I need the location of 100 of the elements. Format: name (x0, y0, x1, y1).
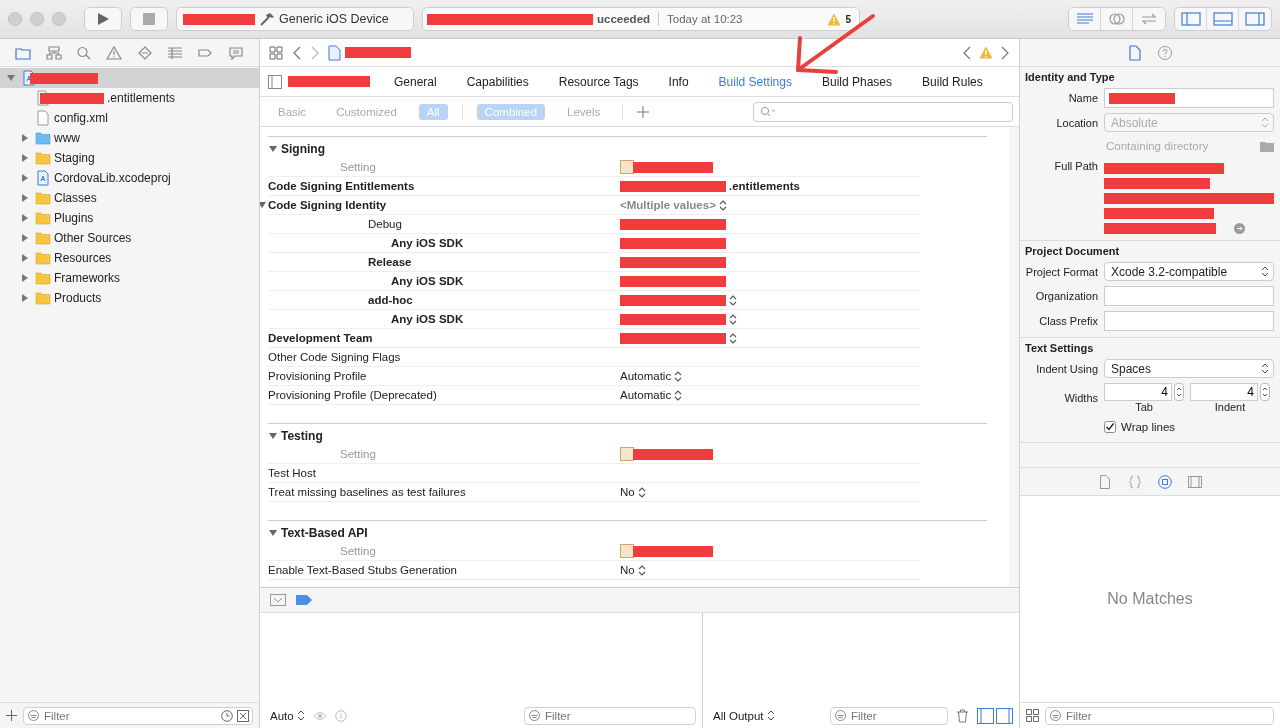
editor-tab[interactable]: Build Phases (822, 74, 893, 89)
object-library-icon[interactable] (1158, 474, 1172, 489)
run-button[interactable] (84, 7, 122, 31)
scm-filter-icon[interactable] (237, 709, 249, 722)
filter-field[interactable]: Filter (830, 706, 948, 725)
filter-field[interactable]: Filter (23, 706, 253, 725)
warning-icon[interactable] (106, 45, 123, 60)
expand-triangle-icon[interactable] (20, 193, 30, 203)
indent-width-field[interactable]: 4 (1190, 383, 1258, 401)
editor-tab[interactable]: Build Settings (718, 74, 792, 89)
popup-arrows-icon[interactable] (729, 294, 737, 306)
navigator-item[interactable]: CordovaLib.xcodeproj (0, 168, 259, 188)
folder-icon[interactable] (15, 45, 32, 60)
filter-field[interactable]: Filter (524, 706, 696, 725)
setting-row[interactable]: Any iOS SDK (268, 234, 920, 253)
collapse-triangle-icon[interactable] (260, 200, 267, 210)
expand-triangle-icon[interactable] (20, 133, 30, 143)
forward-icon[interactable] (310, 45, 320, 60)
navigator-item[interactable]: Staging (0, 148, 259, 168)
console-output-popup[interactable]: All Output (713, 709, 775, 722)
setting-row[interactable]: Test Host (268, 464, 920, 483)
editor-tab[interactable]: Build Rules (922, 74, 983, 89)
expand-triangle-icon[interactable] (20, 173, 30, 183)
project-format-popup[interactable]: Xcode 3.2-compatible (1104, 262, 1274, 281)
breakpoint-icon[interactable] (296, 595, 312, 605)
popup-arrows-icon[interactable] (729, 313, 737, 325)
debug-icon[interactable] (167, 45, 184, 60)
folder-icon[interactable] (1260, 140, 1274, 152)
editor-tab[interactable]: General (394, 74, 437, 89)
navigator-item[interactable] (0, 68, 259, 88)
name-field[interactable] (1104, 88, 1274, 108)
add-icon[interactable] (637, 105, 650, 118)
stepper-icon[interactable] (1260, 383, 1270, 401)
navigator-item[interactable]: Other Sources (0, 228, 259, 248)
popup-arrows-icon[interactable] (674, 389, 683, 401)
organization-field[interactable] (1104, 286, 1274, 306)
expand-triangle-icon[interactable] (20, 293, 30, 303)
setting-row[interactable]: Other Code Signing Flags (268, 348, 920, 367)
expand-triangle-icon[interactable] (20, 153, 30, 163)
popup-arrows-icon[interactable] (674, 370, 683, 382)
file-icon[interactable] (1127, 44, 1143, 61)
setting-row[interactable]: Release (268, 253, 920, 272)
setting-row[interactable]: Any iOS SDK (268, 272, 920, 291)
setting-row[interactable]: Debug (268, 215, 920, 234)
related-items-icon[interactable] (268, 44, 284, 61)
setting-row[interactable]: Code Signing Identity <Multiple values> (268, 196, 920, 215)
report-icon[interactable] (227, 45, 244, 60)
filter-field[interactable]: Filter (1045, 706, 1274, 725)
setting-row[interactable]: add-hoc (268, 291, 920, 310)
editor-tab[interactable]: Info (668, 74, 689, 89)
stepper-icon[interactable] (1174, 383, 1184, 401)
next-issue-icon[interactable] (1001, 45, 1009, 60)
navigator-item[interactable]: Classes (0, 188, 259, 208)
editor-tab[interactable]: Capabilities (466, 74, 529, 89)
popup-arrows-icon[interactable] (637, 564, 646, 576)
eye-icon[interactable] (312, 710, 327, 721)
split-view-icon[interactable] (977, 707, 1013, 724)
search-field[interactable] (753, 101, 1013, 122)
reveal-arrow-icon[interactable] (1234, 223, 1245, 234)
collapse-triangle-icon[interactable] (268, 431, 278, 441)
file-library-icon[interactable] (1098, 474, 1112, 489)
search-icon[interactable] (75, 45, 92, 60)
class-prefix-field[interactable] (1104, 311, 1274, 331)
expand-triangle-icon[interactable] (20, 273, 30, 283)
navigator-item[interactable]: config.xml (0, 108, 259, 128)
navigator-item[interactable]: Plugins (0, 208, 259, 228)
setting-row[interactable]: Any iOS SDK (268, 310, 920, 329)
expand-triangle-icon[interactable] (20, 213, 30, 223)
navigator-item[interactable]: Resources (0, 248, 259, 268)
editor-tab[interactable]: Resource Tags (558, 74, 639, 89)
hierarchy-icon[interactable] (45, 45, 62, 60)
setting-row[interactable]: Treat missing baselines as test failures No (268, 483, 920, 502)
help-icon[interactable] (1157, 44, 1173, 61)
setting-row[interactable]: Enable Text-Based Stubs Generation No (268, 561, 920, 580)
collapse-triangle-icon[interactable] (268, 144, 278, 154)
navigator-item[interactable]: www (0, 128, 259, 148)
stop-button[interactable] (130, 7, 168, 31)
navigator-item[interactable]: Products (0, 288, 259, 308)
variables-mode-popup[interactable]: Auto (270, 709, 305, 722)
indent-popup[interactable]: Spaces (1104, 359, 1274, 378)
scheme-selector[interactable]: Generic iOS Device (176, 7, 414, 31)
setting-row[interactable]: Code Signing Entitlements .entitlements (268, 177, 920, 196)
collapse-triangle-icon[interactable] (6, 73, 16, 83)
grid-view-icon[interactable] (1026, 709, 1039, 722)
back-icon[interactable] (292, 45, 302, 60)
expand-triangle-icon[interactable] (20, 253, 30, 263)
collapse-triangle-icon[interactable] (268, 528, 278, 538)
popup-arrows-icon[interactable] (637, 486, 646, 498)
target-list-toggle-icon[interactable] (268, 74, 282, 89)
warning-icon[interactable] (827, 12, 842, 26)
add-icon[interactable] (6, 710, 17, 721)
test-icon[interactable] (136, 45, 153, 60)
tab-width-field[interactable]: 4 (1104, 383, 1172, 401)
info-icon[interactable] (334, 709, 347, 722)
setting-row[interactable]: Development Team (268, 329, 920, 348)
popup-arrows-icon[interactable] (718, 199, 727, 211)
media-library-icon[interactable] (1188, 474, 1202, 489)
popup-arrows-icon[interactable] (729, 332, 737, 344)
clock-icon[interactable] (221, 709, 233, 722)
navigator-item[interactable]: Frameworks (0, 268, 259, 288)
